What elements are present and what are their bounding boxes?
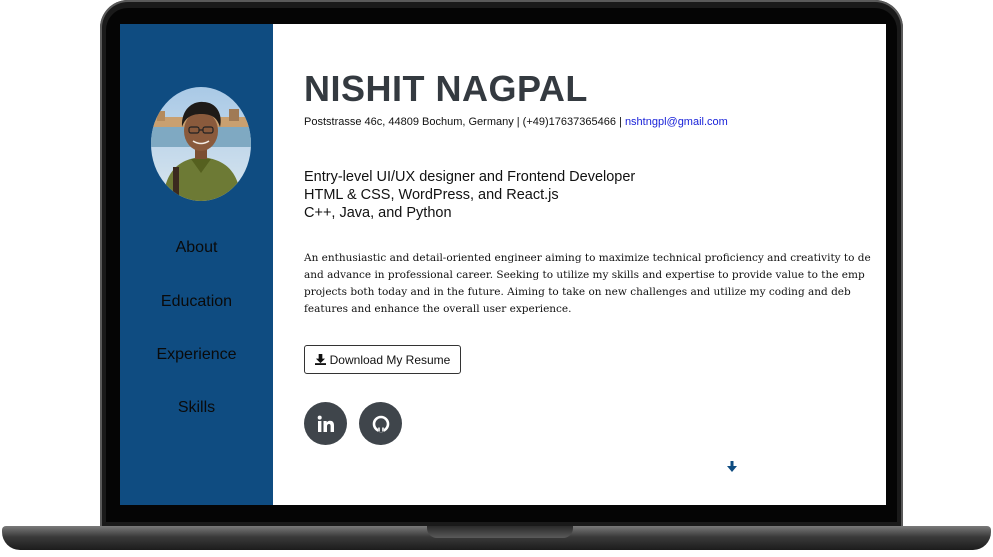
linkedin-icon [317,415,334,432]
avatar [151,87,251,201]
summary-line: features and enhance the overall user ex… [304,303,572,315]
github-button[interactable] [359,402,402,445]
tagline-line: Entry-level UI/UX designer and Frontend … [304,169,636,185]
scroll-down-button[interactable] [726,458,738,477]
github-icon [372,415,389,432]
email-link[interactable]: nshtngpl@gmail.com [625,116,728,128]
tagline-line: HTML & CSS, WordPress, and React.js [304,187,559,203]
laptop-notch [427,526,573,538]
summary: An enthusiastic and detail-oriented engi… [304,250,886,318]
nav-about[interactable]: About [120,239,273,257]
arrow-down-icon [727,461,737,472]
contact-line: Poststrasse 46c, 44809 Bochum, Germany |… [304,116,728,128]
download-resume-label: Download My Resume [329,352,451,367]
tagline-line: C++, Java, and Python [304,205,452,221]
laptop-screen: About Education Experience Skills NISHIT… [120,24,886,505]
nav-education[interactable]: Education [120,293,273,311]
nav-experience[interactable]: Experience [120,346,273,364]
page-title: NISHIT NAGPAL [304,68,588,109]
summary-line: An enthusiastic and detail-oriented engi… [304,252,871,264]
download-resume-button[interactable]: Download My Resume [304,345,461,374]
nav-skills[interactable]: Skills [120,399,273,417]
download-icon [314,354,326,365]
linkedin-button[interactable] [304,402,347,445]
summary-line: projects both today and in the future. A… [304,286,851,298]
tagline: Entry-level UI/UX designer and Frontend … [304,168,635,222]
summary-line: and advance in professional career. Seek… [304,269,865,281]
contact-text: Poststrasse 46c, 44809 Bochum, Germany |… [304,116,625,128]
sidebar: About Education Experience Skills [120,24,273,505]
main-content: NISHIT NAGPAL Poststrasse 46c, 44809 Boc… [273,24,886,505]
